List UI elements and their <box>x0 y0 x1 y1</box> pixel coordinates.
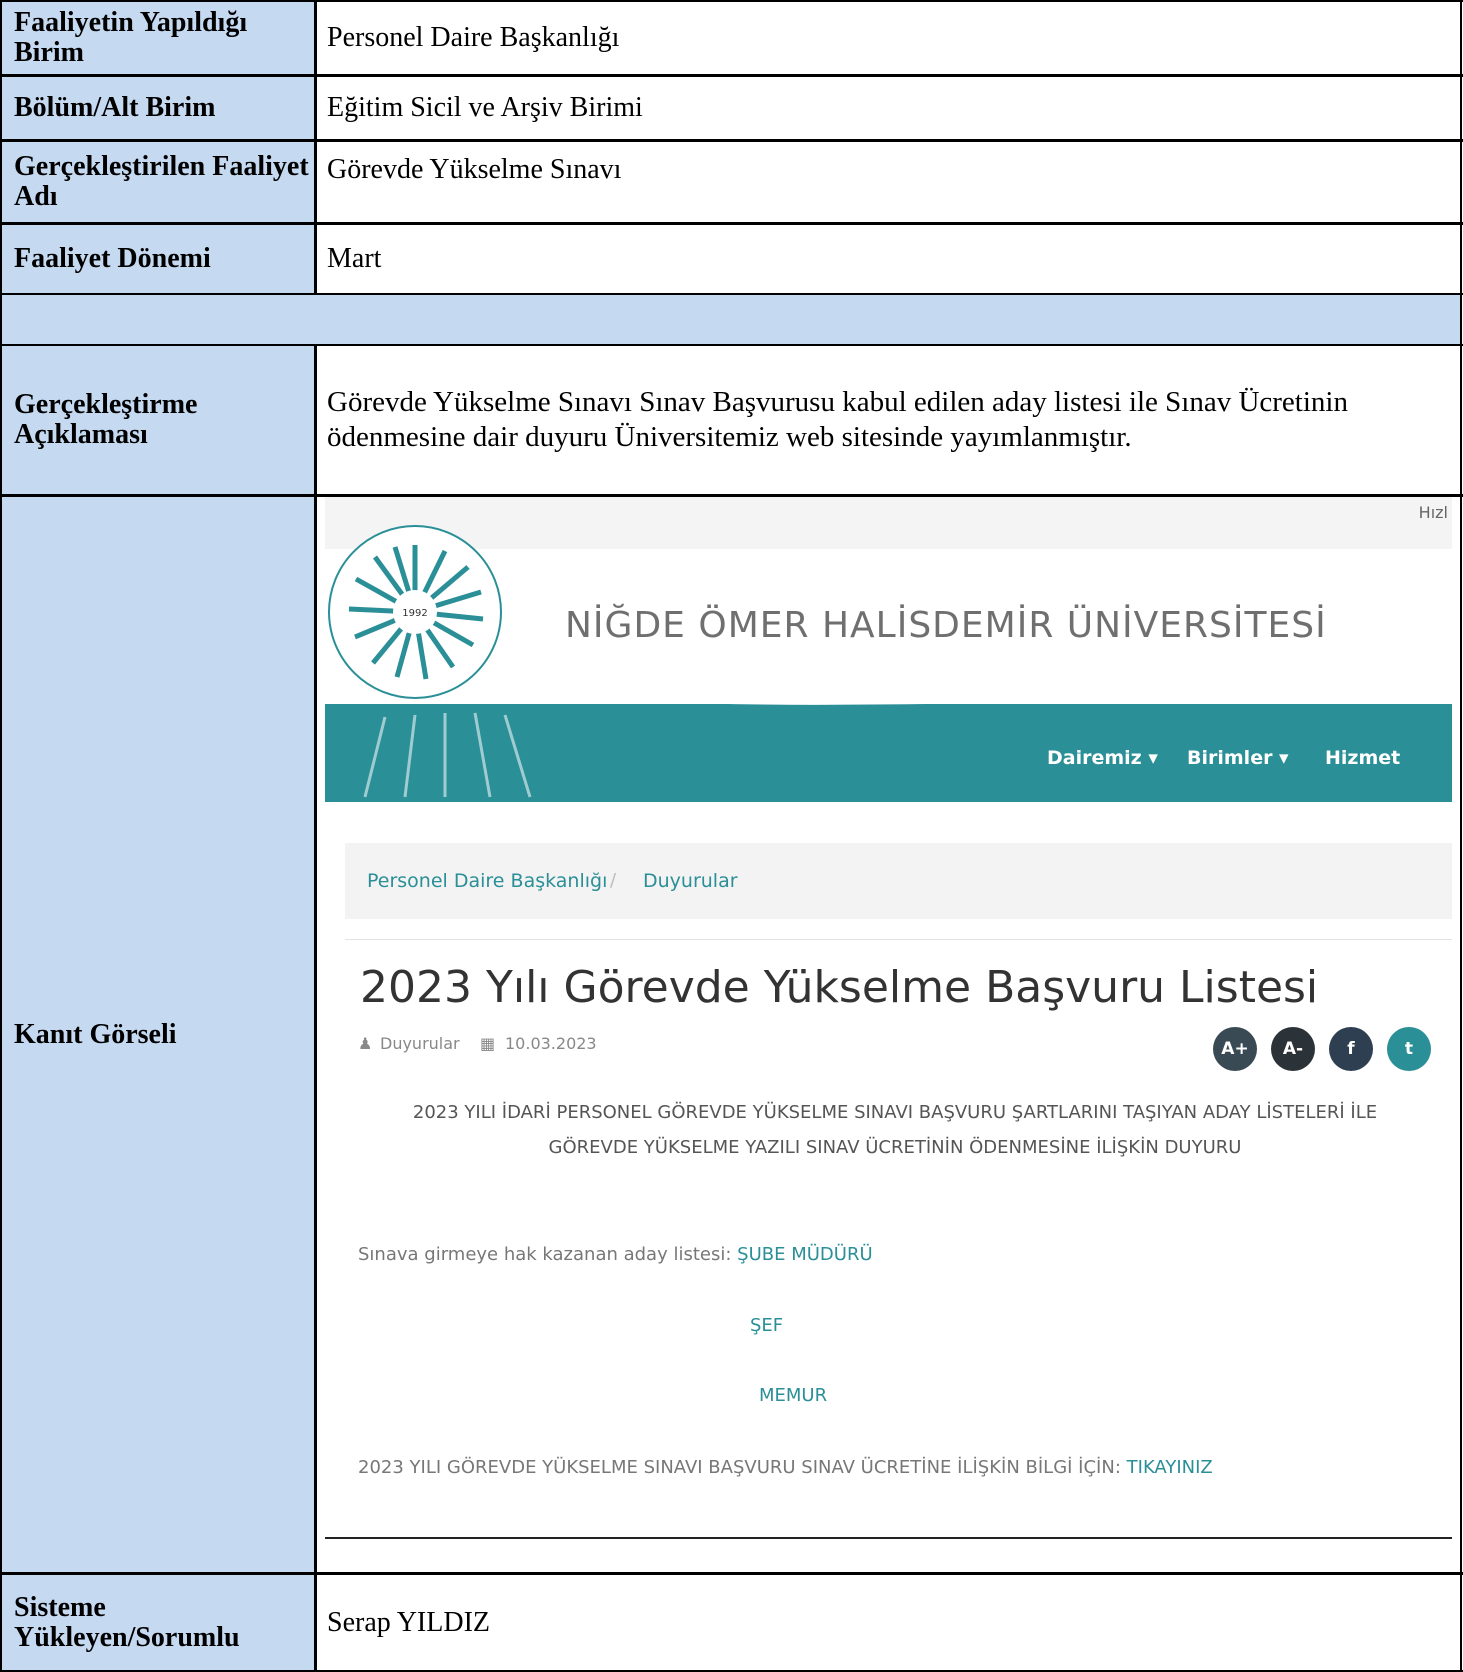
row-divider <box>0 222 1463 225</box>
fee-info-label: 2023 YILI GÖREVDE YÜKSELME SINAVI BAŞVUR… <box>358 1457 1121 1478</box>
row-divider <box>0 139 1463 142</box>
table-border-right <box>1460 0 1462 1672</box>
value-birim: Personel Daire Başkanlığı <box>317 2 1460 74</box>
label-aciklama: Gerçekleştirme Açıklaması <box>2 346 314 494</box>
candidate-list-label: Sınava girmeye hak kazanan aday listesi: <box>358 1244 732 1265</box>
value-faaliyet-adi: Görevde Yükselme Sınavı <box>317 142 1460 222</box>
fee-info-line: 2023 YILI GÖREVDE YÜKSELME SINAVI BAŞVUR… <box>358 1457 1213 1478</box>
quick-links-text: Hızl <box>1418 503 1448 522</box>
label-kanit: Kanıt Görseli <box>2 497 314 1572</box>
link-tiklayiniz[interactable]: TIKAYINIZ <box>1127 1457 1213 1478</box>
label-alt-birim: Bölüm/Alt Birim <box>2 77 314 139</box>
nav-dairemiz[interactable]: Dairemiz ▾ <box>1047 747 1158 769</box>
row-divider <box>0 344 1463 346</box>
link-sef[interactable]: ŞEF <box>750 1315 783 1336</box>
separator-band <box>2 295 1460 344</box>
meta-category[interactable]: Duyurular <box>380 1034 460 1053</box>
notice-line-2: GÖREVDE YÜKSELME YAZILI SINAV ÜCRETİNİN … <box>548 1137 1242 1158</box>
meta-date: 10.03.2023 <box>505 1034 597 1053</box>
label-birim: Faaliyetin Yapıldığı Birim <box>2 2 314 74</box>
breadcrumb-duyurular[interactable]: Duyurular <box>643 870 738 892</box>
university-logo: 1992 <box>328 525 502 699</box>
breadcrumb-personel[interactable]: Personel Daire Başkanlığı <box>367 870 607 892</box>
logo-year: 1992 <box>402 608 427 619</box>
nav-birimler[interactable]: Birimler ▾ <box>1187 747 1289 769</box>
candidate-list-line: Sınava girmeye hak kazanan aday listesi:… <box>358 1244 873 1265</box>
label-faaliyet-adi: Gerçekleştirilen Faaliyet Adı <box>2 142 314 222</box>
university-name: NİĞDE ÖMER HALİSDEMİR ÜNİVERSİTESİ <box>565 605 1327 646</box>
value-aciklama: Görevde Yükselme Sınavı Sınav Başvurusu … <box>317 346 1460 494</box>
column-divider <box>314 0 317 295</box>
content-bottom-rule <box>325 1537 1452 1539</box>
row-divider <box>0 74 1463 77</box>
row-divider <box>0 1572 1463 1575</box>
evidence-screenshot: Hızl 1992 NİĞDE ÖMER HALİSDEMİR ÜNİVERSİ… <box>325 497 1452 1545</box>
row-divider <box>0 293 1463 295</box>
notice-line-1: 2023 YILI İDARİ PERSONEL GÖREVDE YÜKSELM… <box>412 1102 1378 1123</box>
row-divider <box>0 0 1463 2</box>
link-sube-muduru[interactable]: ŞUBE MÜDÜRÜ <box>737 1244 872 1265</box>
link-memur[interactable]: MEMUR <box>759 1385 827 1406</box>
value-alt-birim: Eğitim Sicil ve Arşiv Birimi <box>317 77 1460 139</box>
announcement-title: 2023 Yılı Görevde Yükselme Başvuru Liste… <box>360 962 1319 1013</box>
value-donem: Mart <box>317 225 1460 293</box>
value-sorumlu: Serap YILDIZ <box>317 1575 1460 1670</box>
label-sorumlu: Sisteme Yükleyen/Sorumlu <box>2 1575 314 1670</box>
font-increase-icon[interactable]: A+ <box>1213 1027 1257 1071</box>
activity-report-table: Faaliyetin Yapıldığı Birim Personel Dair… <box>0 0 1463 1672</box>
breadcrumb-separator: / <box>610 870 617 891</box>
calendar-icon: ▦ <box>480 1034 496 1053</box>
twitter-icon[interactable]: t <box>1387 1027 1431 1071</box>
user-icon: ♟ <box>358 1034 373 1053</box>
label-donem: Faaliyet Dönemi <box>2 225 314 293</box>
font-decrease-icon[interactable]: A- <box>1271 1027 1315 1071</box>
table-border-left <box>0 0 2 1672</box>
column-divider <box>314 344 317 1672</box>
divider <box>345 939 1452 940</box>
nav-hizmet[interactable]: Hizmet <box>1325 747 1400 769</box>
facebook-icon[interactable]: f <box>1329 1027 1373 1071</box>
